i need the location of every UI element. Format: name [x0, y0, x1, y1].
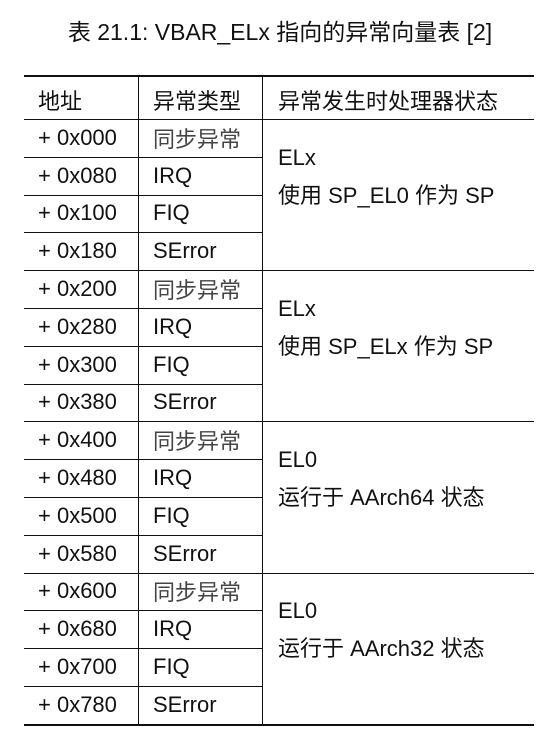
address-cell: + 0x200	[38, 276, 117, 302]
bottom-rule	[24, 723, 534, 726]
exception-type-cell: FIQ	[153, 200, 190, 226]
address-cell: + 0x100	[38, 200, 117, 226]
address-cell: + 0x300	[38, 351, 117, 377]
exception-type-cell: IRQ	[153, 313, 193, 339]
exception-type-cell: 同步异常	[153, 429, 242, 455]
exception-type-cell: FIQ	[153, 654, 190, 680]
exception-type-cell: 同步异常	[153, 580, 242, 606]
exception-type-cell: SError	[153, 691, 217, 717]
address-cell: + 0x400	[38, 427, 117, 453]
column-divider-type	[262, 76, 263, 724]
exception-type-cell: 同步异常	[153, 126, 242, 152]
header-state: 异常发生时处理器状态	[278, 89, 499, 114]
address-cell: + 0x280	[38, 313, 117, 339]
top-rule	[24, 75, 534, 77]
exception-type-cell: SError	[153, 540, 217, 566]
address-cell: + 0x000	[38, 124, 117, 150]
exception-type-cell: FIQ	[153, 351, 190, 377]
state-level: EL0	[278, 447, 318, 472]
state-description: 运行于 AArch32 状态	[278, 636, 485, 662]
table-caption: 表 21.1: VBAR_ELx 指向的异常向量表 [2]	[67, 19, 493, 45]
state-description: 运行于 AArch64 状态	[278, 485, 485, 510]
address-cell: + 0x780	[38, 691, 117, 717]
address-cell: + 0x180	[38, 238, 117, 264]
header-address: 地址	[38, 89, 83, 114]
address-cell: + 0x380	[38, 389, 117, 415]
exception-type-cell: IRQ	[153, 162, 193, 188]
exception-type-cell: 同步异常	[153, 278, 242, 304]
address-cell: + 0x580	[38, 540, 117, 566]
state-level: EL0	[278, 598, 318, 624]
exception-type-cell: IRQ	[153, 465, 193, 491]
state-description: 使用 SP_EL0 作为 SP	[278, 182, 495, 208]
state-level: ELx	[278, 144, 316, 170]
exception-type-cell: FIQ	[153, 502, 190, 528]
address-cell: + 0x600	[38, 578, 117, 604]
address-cell: + 0x500	[38, 502, 117, 528]
exception-type-cell: SError	[153, 238, 217, 264]
exception-type-cell: SError	[153, 389, 217, 415]
state-description: 使用 SP_ELx 作为 SP	[278, 333, 494, 359]
address-cell: + 0x700	[38, 654, 117, 680]
address-cell: + 0x480	[38, 465, 117, 491]
address-cell: + 0x680	[38, 616, 117, 642]
exception-type-cell: IRQ	[153, 616, 193, 642]
state-level: ELx	[278, 295, 316, 321]
address-cell: + 0x080	[38, 162, 117, 188]
header-type: 异常类型	[153, 89, 242, 114]
column-divider-address	[138, 76, 139, 724]
